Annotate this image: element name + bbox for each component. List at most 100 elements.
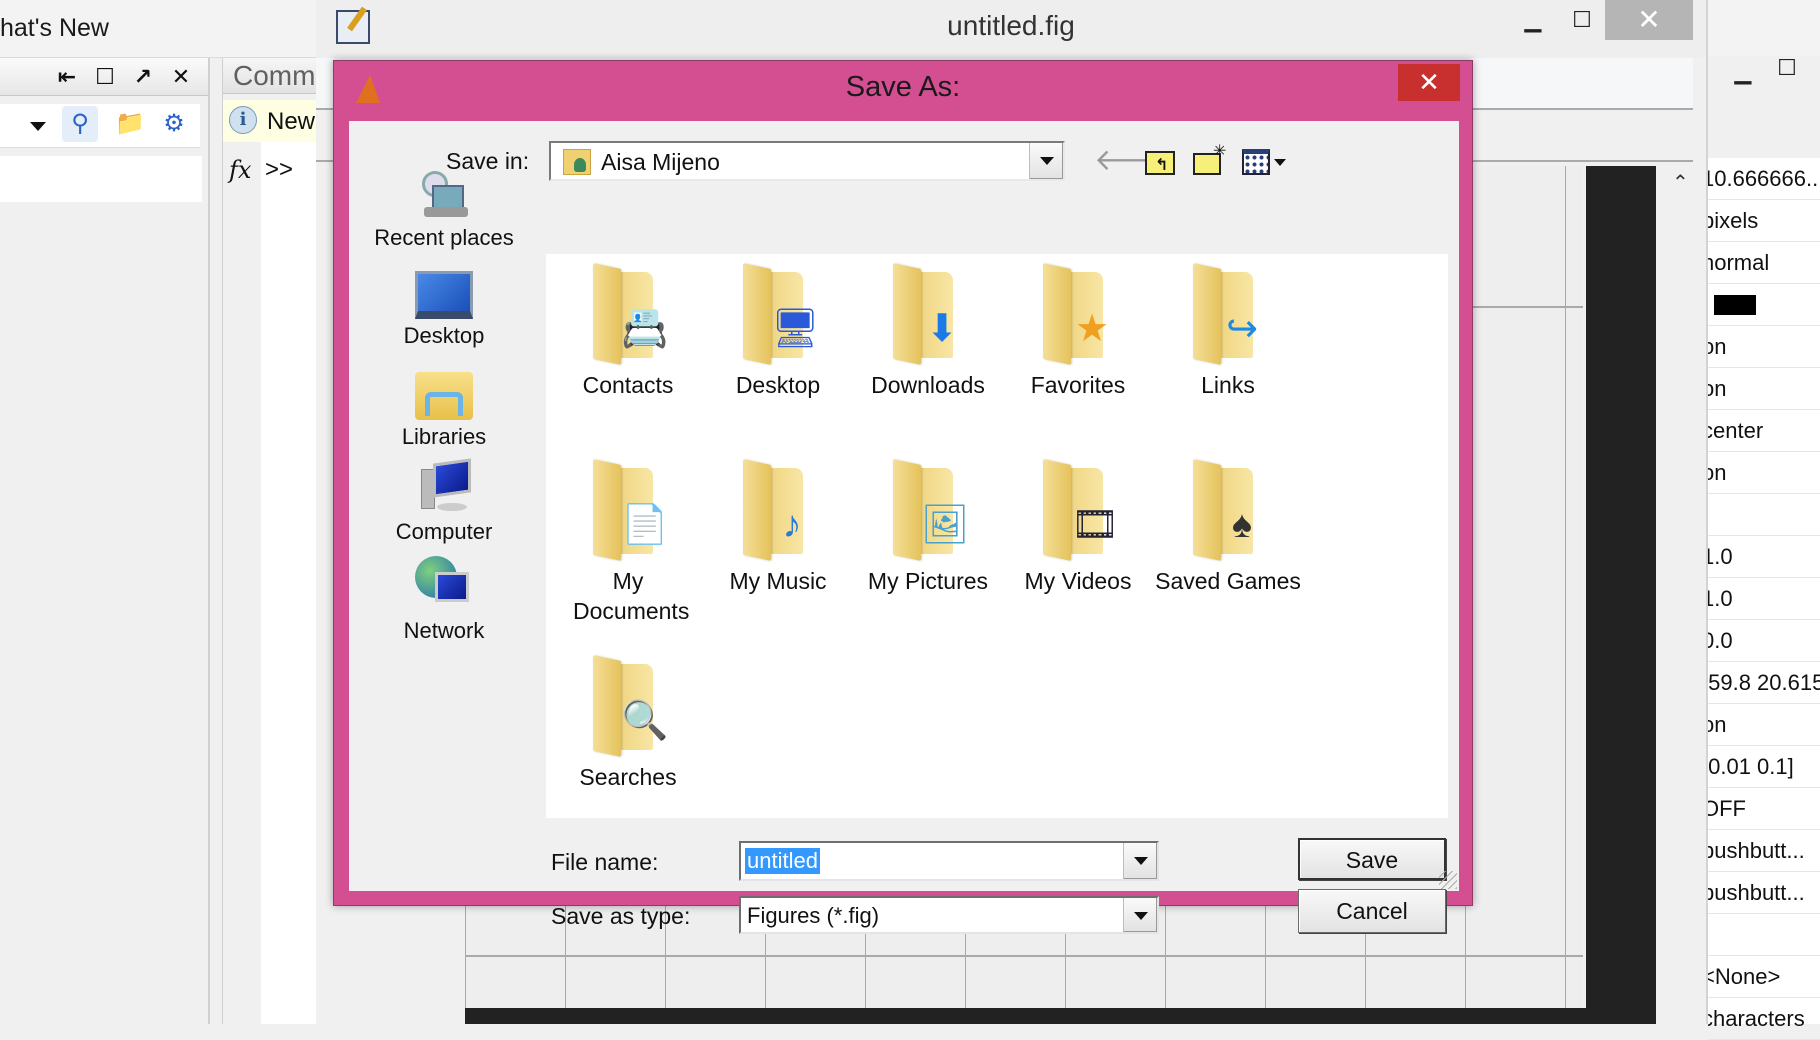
color-swatch[interactable]: [1714, 295, 1756, 315]
property-row[interactable]: on: [1708, 326, 1820, 368]
property-row[interactable]: [1708, 284, 1820, 326]
maximize-button[interactable]: ☐: [1562, 0, 1602, 40]
place-network[interactable]: Network: [369, 556, 519, 644]
property-row[interactable]: [59.8 20.615: [1708, 662, 1820, 704]
network-icon: [369, 556, 519, 614]
folder-item[interactable]: ↪ Links: [1153, 263, 1303, 400]
folder-item[interactable]: ⬇ Downloads: [853, 263, 1003, 400]
user-folder-icon: [563, 149, 591, 175]
property-row[interactable]: 1.0: [1708, 578, 1820, 620]
resize-grip[interactable]: [1439, 871, 1457, 889]
folder-item[interactable]: ♠ Saved Games: [1153, 459, 1303, 596]
folder-up-icon[interactable]: 📁: [112, 106, 148, 142]
property-row[interactable]: on: [1708, 704, 1820, 746]
inspector-minimize-button[interactable]: ▁: [1728, 52, 1758, 92]
undock-icon[interactable]: ⇤: [52, 62, 82, 92]
current-folder-panel: ⇤ ☐ ↗ ✕ ⚲ 📁 ⚙: [0, 58, 210, 1024]
property-row[interactable]: 1.0: [1708, 536, 1820, 578]
folder-item[interactable]: 🎞 My Videos: [1003, 459, 1153, 596]
cancel-button[interactable]: Cancel: [1298, 889, 1446, 933]
folder-label: Favorites: [1030, 372, 1126, 398]
up-folder-icon[interactable]: ↰: [1141, 141, 1181, 181]
place-label: Network: [403, 618, 485, 643]
canvas-border-bottom: [465, 1008, 1655, 1024]
place-libraries[interactable]: Libraries: [369, 366, 519, 450]
place-desktop[interactable]: Desktop: [369, 271, 519, 349]
whats-new-tab-label: hat's New: [0, 14, 109, 42]
folder-list[interactable]: [0, 156, 202, 202]
my-documents-folder-icon: 📄: [593, 459, 668, 561]
property-row[interactable]: 0.0: [1708, 620, 1820, 662]
save-button[interactable]: Save: [1298, 838, 1446, 880]
close-window-button[interactable]: ✕: [1605, 0, 1693, 40]
back-icon[interactable]: 🡐: [1094, 141, 1174, 181]
search-icon[interactable]: ⚲: [62, 106, 98, 142]
property-row[interactable]: pixels: [1708, 200, 1820, 242]
canvas-border-right: [1586, 166, 1656, 1024]
place-computer[interactable]: Computer: [369, 458, 519, 545]
property-value: 10.666666..: [1708, 166, 1819, 191]
searches-folder-icon: 🔍: [593, 655, 668, 757]
view-menu-icon[interactable]: [1242, 141, 1286, 181]
place-label: Desktop: [403, 323, 485, 348]
dropdown-arrow-icon[interactable]: [30, 122, 46, 131]
property-row[interactable]: characters: [1708, 998, 1820, 1040]
save-in-dropdown-button[interactable]: [1029, 143, 1063, 179]
folder-item[interactable]: 🔍 Searches: [553, 655, 703, 792]
desktop-icon: [369, 271, 519, 319]
dialog-title-bar[interactable]: Save As: ✕: [334, 61, 1472, 119]
new-folder-icon[interactable]: ✳: [1189, 141, 1229, 181]
property-row[interactable]: pushbutt...: [1708, 872, 1820, 914]
save-in-value: Aisa Mijeno: [601, 149, 720, 175]
fx-icon[interactable]: fx: [229, 156, 251, 184]
command-input[interactable]: >>: [261, 142, 317, 1024]
folder-label: Desktop: [735, 372, 821, 398]
property-row[interactable]: 10.666666..: [1708, 158, 1820, 200]
maximize-icon[interactable]: ☐: [90, 62, 120, 92]
close-icon[interactable]: ✕: [166, 62, 196, 92]
file-name-dropdown-button[interactable]: [1123, 843, 1157, 879]
property-row[interactable]: normal: [1708, 242, 1820, 284]
property-value: <None>: [1708, 964, 1781, 989]
command-window-header[interactable]: Comm: [223, 58, 317, 94]
save-as-type-dropdown-button[interactable]: [1123, 898, 1157, 932]
folder-item[interactable]: 🖥 Desktop: [703, 263, 853, 400]
property-row[interactable]: pushbutt...: [1708, 830, 1820, 872]
folder-label: My Documents: [573, 568, 690, 624]
folder-item[interactable]: 📄 My Documents: [553, 459, 703, 626]
favorites-folder-icon: ★: [1043, 263, 1113, 365]
property-row[interactable]: [1708, 494, 1820, 536]
my-videos-folder-icon: 🎞: [1043, 459, 1119, 561]
guide-title-bar: untitled.fig ▁ ☐ ✕: [316, 0, 1706, 58]
property-row[interactable]: on: [1708, 368, 1820, 410]
property-row[interactable]: <None>: [1708, 956, 1820, 998]
info-icon: i: [229, 106, 257, 134]
property-row[interactable]: center: [1708, 410, 1820, 452]
property-row[interactable]: OFF: [1708, 788, 1820, 830]
file-name-input[interactable]: untitled: [739, 841, 1159, 881]
folder-item[interactable]: ♪ My Music: [703, 459, 853, 596]
command-window: Comm i New fx >>: [222, 58, 317, 1024]
folder-label: Saved Games: [1155, 568, 1301, 594]
whats-new-tab[interactable]: hat's New: [0, 0, 316, 58]
minimize-button[interactable]: ▁: [1508, 0, 1558, 40]
property-row[interactable]: [1708, 914, 1820, 956]
gear-icon[interactable]: ⚙: [156, 106, 192, 142]
place-label: Computer: [395, 519, 493, 544]
property-row[interactable]: on: [1708, 452, 1820, 494]
save-in-combo[interactable]: Aisa Mijeno: [549, 141, 1065, 181]
folder-item[interactable]: ★ Favorites: [1003, 263, 1153, 400]
inspector-maximize-button[interactable]: ☐: [1772, 48, 1802, 88]
folder-item[interactable]: 🖼 My Pictures: [853, 459, 1003, 596]
scroll-up-icon[interactable]: ⌃: [1672, 170, 1692, 194]
place-recent-places[interactable]: Recent places: [369, 169, 519, 251]
property-row[interactable]: [0.01 0.1]: [1708, 746, 1820, 788]
dialog-close-button[interactable]: ✕: [1398, 64, 1460, 101]
popout-icon[interactable]: ↗: [128, 62, 158, 92]
dialog-body: Save in: Aisa Mijeno 🡐 ↰ ✳ 📇 Contacts 🖥 Des…: [349, 121, 1459, 934]
property-value: 1.0: [1708, 544, 1733, 569]
file-list[interactable]: 📇 Contacts 🖥 Desktop ⬇ Downloads ★ Favorites ↪ Li…: [546, 254, 1448, 818]
save-as-type-select[interactable]: Figures (*.fig): [739, 896, 1159, 934]
folder-item[interactable]: 📇 Contacts: [553, 263, 703, 400]
panel-header: ⇤ ☐ ↗ ✕: [0, 58, 208, 96]
